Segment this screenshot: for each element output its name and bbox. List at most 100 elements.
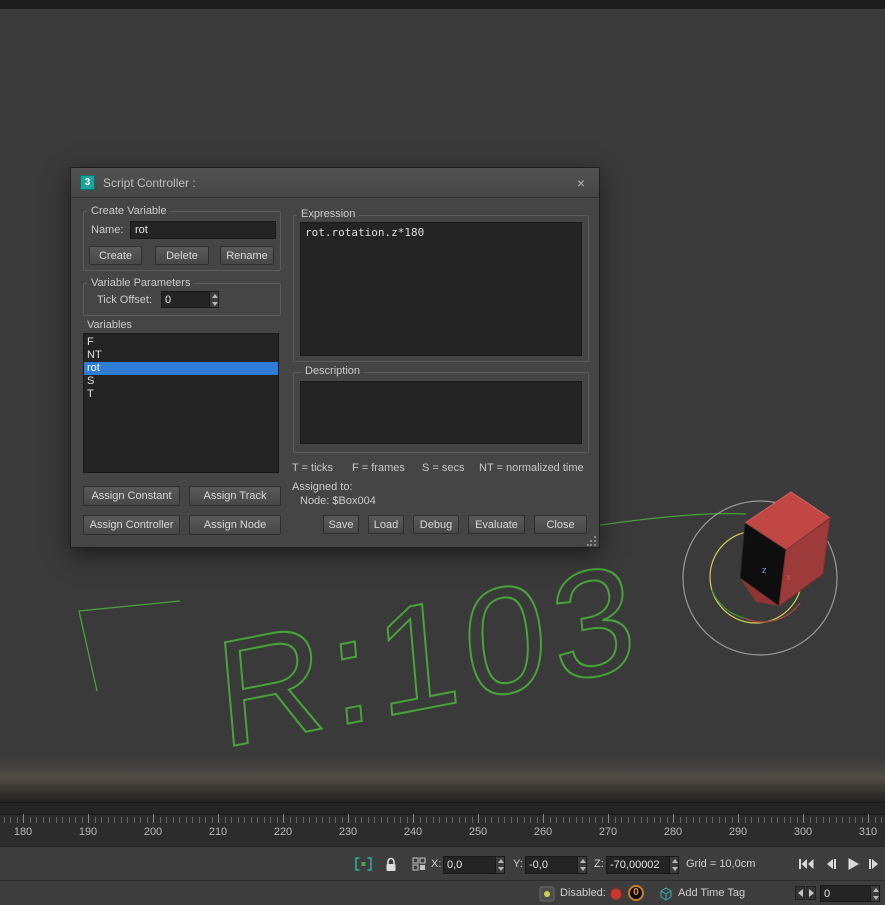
selection-lock-button[interactable] (380, 854, 401, 874)
time-tag-cube-button[interactable] (657, 885, 674, 902)
rotation-readout-text: R:103 (210, 530, 647, 780)
z-coordinate-spinner[interactable] (606, 856, 679, 874)
variables-listbox[interactable]: F NT rot S T (83, 333, 279, 473)
timeline-label: 220 (273, 826, 293, 838)
evaluate-button[interactable]: Evaluate (468, 515, 525, 534)
timeline-tick (796, 817, 798, 823)
assign-track-button[interactable]: Assign Track (189, 486, 281, 506)
track-bar-strip[interactable] (0, 803, 885, 815)
spinner-down-icon[interactable] (871, 893, 879, 901)
listener-status-button[interactable] (538, 885, 555, 902)
spinner-down-icon[interactable] (210, 299, 218, 307)
spinner-down-icon[interactable] (670, 865, 678, 873)
previous-frame-button[interactable] (823, 855, 839, 873)
z-spinner-arrows[interactable] (669, 857, 678, 873)
timeline-tick (445, 817, 447, 823)
absolute-offset-mode-button[interactable] (407, 854, 430, 874)
spinner-up-icon[interactable] (670, 857, 678, 865)
timeline-tick (686, 817, 687, 823)
timeline-tick (822, 817, 824, 823)
play-button[interactable] (843, 854, 863, 874)
variable-list-item[interactable]: T (84, 388, 278, 401)
assign-node-button[interactable]: Assign Node (189, 515, 281, 535)
next-frame-icon (869, 859, 878, 869)
circle-zero-badge[interactable]: 0 (628, 885, 644, 901)
timeline-tick (465, 817, 466, 823)
timeline-tick (302, 817, 304, 823)
frame-number-spinner[interactable] (820, 885, 880, 902)
expression-textarea[interactable]: rot.rotation.z*180 (300, 222, 582, 356)
legend-secs: S = secs (422, 462, 465, 474)
create-button[interactable]: Create (89, 246, 142, 265)
timeline-tick (523, 817, 525, 823)
name-input[interactable] (130, 221, 276, 239)
variable-list-item[interactable]: rot (84, 362, 278, 375)
timeline-tick (640, 817, 642, 823)
spinner-up-icon[interactable] (496, 857, 504, 865)
close-dialog-button[interactable]: Close (534, 515, 587, 534)
tick-offset-arrows[interactable] (209, 292, 218, 307)
timeline-ruler[interactable]: 180 190 200 210 220 230 240 250 260 270 280 290 300 3… (0, 802, 885, 846)
z-coordinate-input[interactable] (607, 857, 669, 873)
timeline-tick (621, 817, 622, 823)
timeline-tick (309, 817, 310, 823)
tick-offset-spinner[interactable] (161, 291, 219, 308)
timeline-tick (497, 817, 499, 823)
isolate-selection-button[interactable] (352, 854, 375, 874)
assign-constant-button[interactable]: Assign Constant (83, 486, 180, 506)
variables-group-label: Variables (87, 319, 133, 331)
x-spinner-arrows[interactable] (495, 857, 504, 873)
timeline-tick (159, 817, 161, 823)
y-coordinate-spinner[interactable] (525, 856, 587, 874)
spinner-up-icon[interactable] (578, 857, 586, 865)
timeline-tick (816, 817, 817, 823)
add-time-tag-label[interactable]: Add Time Tag (678, 887, 745, 899)
step-back-button[interactable] (795, 886, 805, 900)
spinner-down-icon[interactable] (496, 865, 504, 873)
timeline-tick (237, 817, 239, 823)
dialog-title: Script Controller : (103, 175, 196, 190)
x-coordinate-spinner[interactable] (443, 856, 505, 874)
variable-list-item[interactable]: S (84, 375, 278, 388)
y-spinner-arrows[interactable] (577, 857, 586, 873)
x-coordinate-input[interactable] (444, 857, 495, 873)
timeline-label: 260 (533, 826, 553, 838)
spinner-up-icon[interactable] (210, 292, 218, 300)
status-bar-row2: Disabled: 0 Add Time Tag (0, 880, 885, 905)
timeline-tick (140, 817, 141, 823)
tick-offset-input[interactable] (162, 292, 209, 307)
debug-button[interactable]: Debug (413, 515, 459, 534)
dialog-title-bar[interactable]: 3 Script Controller : (71, 168, 599, 198)
previous-frame-icon (827, 859, 836, 869)
next-frame-button[interactable] (866, 855, 882, 873)
timeline-tick (23, 814, 24, 823)
close-button[interactable]: × (573, 175, 589, 191)
timeline-tick (107, 817, 109, 823)
save-button[interactable]: Save (323, 515, 359, 534)
assign-controller-button[interactable]: Assign Controller (83, 515, 180, 535)
timeline-label: 270 (598, 826, 618, 838)
timeline-tick (738, 814, 739, 823)
timeline-tick (517, 817, 518, 823)
go-to-start-button[interactable] (797, 855, 815, 873)
z-coordinate-label: Z: (594, 858, 604, 870)
variable-parameters-group-label: Variable Parameters (87, 277, 195, 289)
legend-ticks: T = ticks (292, 462, 334, 474)
frame-spinner-arrows[interactable] (870, 886, 879, 901)
frame-number-input[interactable] (821, 886, 870, 901)
step-forward-button[interactable] (806, 886, 816, 900)
timeline-tick (582, 817, 583, 823)
y-coordinate-input[interactable] (526, 857, 577, 873)
rename-button[interactable]: Rename (220, 246, 274, 265)
load-button[interactable]: Load (368, 515, 404, 534)
variable-list-item[interactable]: NT (84, 349, 278, 362)
description-textarea[interactable] (300, 381, 582, 444)
delete-button[interactable]: Delete (155, 246, 209, 265)
timeline-tick (458, 817, 460, 823)
spinner-down-icon[interactable] (578, 865, 586, 873)
screenshot-root: { "window": { "title": "Script Controlle… (0, 0, 885, 905)
box-object[interactable]: z x (739, 491, 831, 608)
variable-list-item[interactable]: F (84, 336, 278, 349)
spinner-up-icon[interactable] (871, 886, 879, 894)
resize-grip[interactable] (587, 536, 597, 546)
